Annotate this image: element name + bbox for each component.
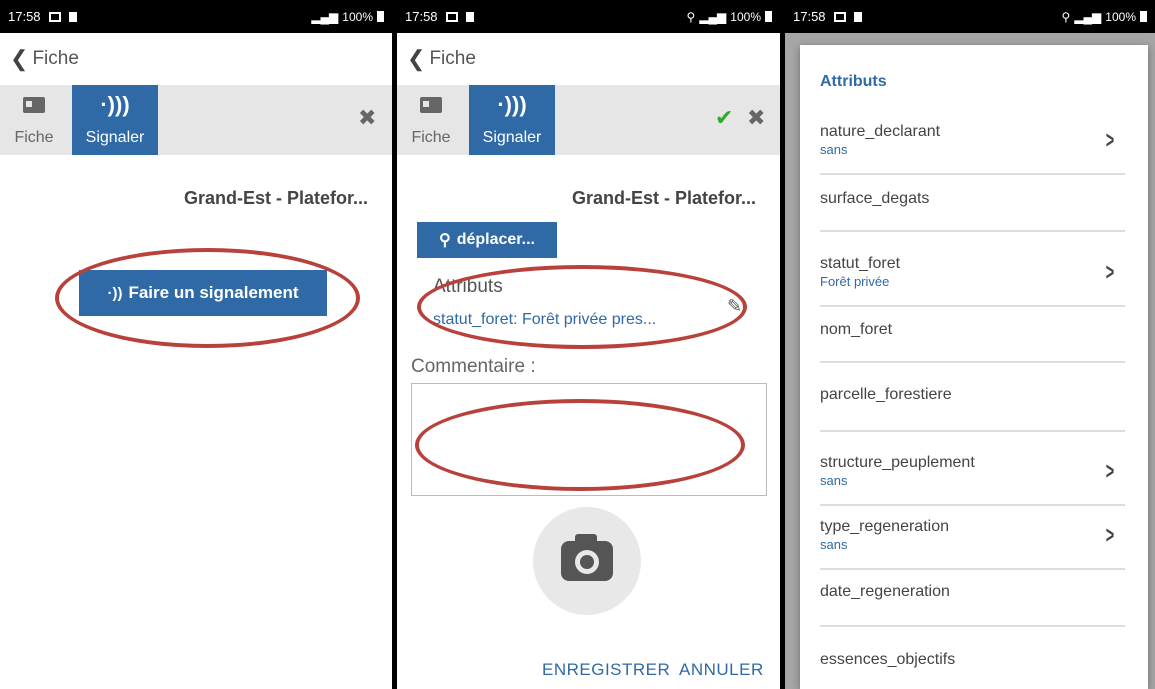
back-label: Fiche — [32, 48, 79, 69]
location-icon: ⚲ — [1061, 9, 1071, 24]
comment-label: Commentaire : — [411, 356, 536, 377]
dialog-title: Attributs — [820, 73, 887, 90]
battery-level: 100% — [1105, 9, 1136, 24]
attribute-name: parcelle_forestiere — [820, 386, 952, 403]
tab-signaler[interactable]: ·))) Signaler — [469, 85, 555, 155]
status-bar: 17:58 ▂▄▆ 100% — [0, 0, 392, 33]
battery-icon — [377, 11, 384, 22]
gallery-icon — [833, 11, 846, 22]
attribute-row-statut-foret[interactable]: statut_foret Forêt privée > — [820, 255, 1125, 307]
move-button[interactable]: ⚲ déplacer... — [417, 222, 557, 258]
chevron-right-icon: > — [1105, 458, 1115, 485]
pencil-icon[interactable]: ✎ — [727, 296, 742, 317]
attribute-row-type-regeneration[interactable]: type_regeneration sans > — [820, 518, 1125, 570]
chevron-right-icon: > — [1105, 259, 1115, 286]
back-label: Fiche — [429, 48, 476, 69]
clock: 17:58 — [793, 9, 826, 24]
app-icon — [68, 11, 77, 22]
attribute-row-structure-peuplement[interactable]: structure_peuplement sans > — [820, 454, 1125, 506]
attribute-name: type_regeneration — [820, 518, 949, 535]
signal-icon: ·))) — [100, 92, 130, 117]
attribute-name: statut_foret — [820, 255, 901, 272]
tab-fiche[interactable]: Fiche — [397, 85, 465, 155]
back-button[interactable]: ❮ Fiche — [397, 33, 780, 85]
attribute-name: nom_foret — [820, 321, 893, 338]
battery-level: 100% — [730, 9, 761, 24]
app-icon — [853, 11, 862, 22]
signal-strength-icon: ▂▄▆ — [1074, 9, 1102, 24]
battery-icon — [1140, 11, 1147, 22]
cancel-button[interactable]: ANNULER — [679, 660, 764, 680]
close-icon[interactable]: ✖ — [747, 105, 765, 131]
close-icon[interactable]: ✖ — [358, 105, 376, 131]
report-button-label: Faire un signalement — [128, 283, 299, 302]
page-title: Grand-Est - Platefor... — [571, 188, 756, 208]
tab-signaler-label: Signaler — [85, 129, 145, 146]
signal-icon: ·))) — [497, 92, 527, 117]
chevron-right-icon: > — [1105, 127, 1115, 154]
attribute-row-parcelle-forestiere[interactable]: parcelle_forestiere — [820, 386, 1125, 432]
attribute-name: surface_degats — [820, 190, 930, 207]
signal-strength-icon: ▂▄▆ — [699, 9, 727, 24]
attributes-dialog: Attributs nature_declarant sans > surfac… — [800, 45, 1148, 689]
move-button-label: déplacer... — [456, 231, 535, 248]
attribute-name: essences_objectifs — [820, 651, 956, 668]
attribute-row-date-regeneration[interactable]: date_regeneration — [820, 583, 1125, 627]
location-icon: ⚲ — [686, 9, 696, 24]
screen-2: 17:58 ⚲ ▂▄▆ 100% ❮ Fiche Fiche ·))) Sign… — [397, 0, 780, 689]
signal-icon: ·)) — [107, 284, 123, 302]
report-button[interactable]: ·)) Faire un signalement — [79, 270, 327, 316]
save-button[interactable]: ENREGISTRER — [542, 660, 670, 680]
tab-fiche-label: Fiche — [14, 129, 54, 146]
gallery-icon — [445, 11, 458, 22]
attributes-heading: Attributs — [433, 276, 503, 297]
camera-button[interactable] — [533, 507, 641, 615]
pin-icon: ⚲ — [439, 232, 451, 249]
clock: 17:58 — [8, 9, 41, 24]
attribute-name: date_regeneration — [820, 583, 950, 600]
screen-1: 17:58 ▂▄▆ 100% ❮ Fiche Fiche ·))) Signal… — [0, 0, 392, 689]
camera-icon — [561, 534, 613, 581]
chevron-right-icon: > — [1105, 522, 1115, 549]
battery-icon — [765, 11, 772, 22]
page-title: Grand-Est - Platefor... — [183, 188, 368, 208]
toolbar: Fiche ·))) Signaler ✔ ✖ — [397, 85, 780, 155]
status-bar: 17:58 ⚲ ▂▄▆ 100% — [785, 0, 1155, 33]
battery-level: 100% — [342, 9, 373, 24]
attribute-value: sans — [820, 473, 848, 488]
attribute-row-surface-degats[interactable]: surface_degats — [820, 190, 1125, 232]
attributes-value[interactable]: statut_foret: Forêt privée pres... — [433, 311, 656, 329]
attribute-value: Forêt privée — [820, 274, 890, 289]
attribute-row-nature-declarant[interactable]: nature_declarant sans > — [820, 123, 1125, 175]
screen-3: 17:58 ⚲ ▂▄▆ 100% Attributs nature_declar… — [785, 0, 1155, 689]
status-bar: 17:58 ⚲ ▂▄▆ 100% — [397, 0, 780, 33]
tab-signaler-label: Signaler — [482, 129, 542, 146]
app-icon — [465, 11, 474, 22]
chevron-left-icon: ❮ — [10, 46, 29, 71]
attribute-value: sans — [820, 537, 848, 552]
attribute-name: nature_declarant — [820, 123, 941, 140]
tab-signaler[interactable]: ·))) Signaler — [72, 85, 158, 155]
card-icon — [420, 97, 442, 113]
gallery-icon — [48, 11, 61, 22]
back-button[interactable]: ❮ Fiche — [0, 33, 392, 85]
chevron-left-icon: ❮ — [407, 46, 426, 71]
attribute-name: structure_peuplement — [820, 454, 975, 471]
tab-fiche[interactable]: Fiche — [0, 85, 68, 155]
attribute-row-nom-foret[interactable]: nom_foret — [820, 321, 1125, 363]
attribute-value: sans — [820, 142, 848, 157]
check-icon[interactable]: ✔ — [715, 105, 733, 131]
card-icon — [23, 97, 45, 113]
signal-strength-icon: ▂▄▆ — [311, 9, 339, 24]
comment-field[interactable] — [411, 383, 767, 496]
attribute-row-essences-objectifs[interactable]: essences_objectifs — [820, 651, 1125, 689]
tab-fiche-label: Fiche — [411, 129, 451, 146]
toolbar: Fiche ·))) Signaler ✖ — [0, 85, 392, 155]
clock: 17:58 — [405, 9, 438, 24]
